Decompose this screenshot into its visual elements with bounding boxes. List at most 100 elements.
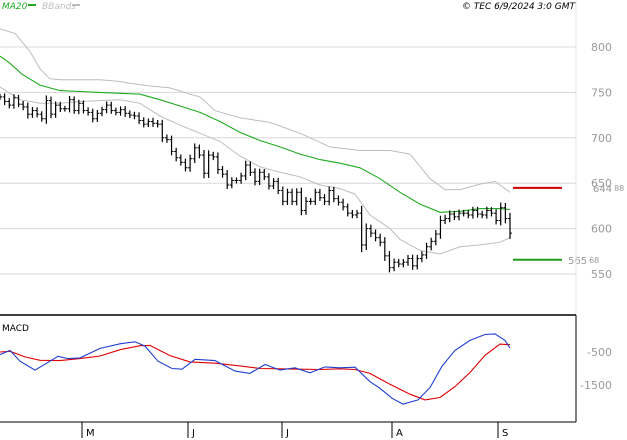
- price-bar: [67, 96, 72, 113]
- price-bar: [21, 100, 26, 111]
- price-bar: [39, 111, 44, 122]
- price-bar: [141, 117, 146, 128]
- price-bar: [72, 96, 77, 114]
- x-axis: MJJAS: [0, 315, 577, 439]
- price-bar: [0, 94, 2, 100]
- price-bar: [382, 237, 387, 261]
- price-bar: [118, 106, 123, 116]
- macd-panel: MACD -500 -1500: [0, 324, 612, 405]
- x-axis-tick-label: J: [285, 428, 289, 439]
- price-bar: [494, 209, 499, 225]
- price-bar: [498, 202, 503, 226]
- price-bar: [396, 258, 401, 268]
- price-bar: [350, 209, 355, 219]
- price-bar: [345, 203, 350, 217]
- price-bar: [280, 186, 285, 206]
- price-bar: [211, 151, 216, 161]
- price-bar: [234, 177, 239, 184]
- price-bar: [239, 172, 244, 184]
- price-bar: [410, 254, 415, 270]
- price-bar: [304, 197, 308, 215]
- legend-bbands: BBands: [42, 2, 76, 12]
- price-bar: [331, 186, 336, 203]
- price-bar: [387, 251, 392, 273]
- price-bar: [429, 237, 434, 251]
- price-bar: [276, 177, 281, 195]
- price-bar: [16, 94, 21, 108]
- price-bar: [503, 202, 508, 224]
- price-bar: [243, 160, 248, 181]
- price-bar: [183, 158, 188, 172]
- price-tick-label: 700: [591, 132, 612, 145]
- legend: MA20 BBands: [2, 2, 80, 12]
- price-bar: [188, 154, 193, 172]
- price-bar: [433, 230, 438, 246]
- price-bar: [104, 101, 109, 114]
- price-bar: [368, 224, 373, 238]
- price-bar: [438, 215, 443, 239]
- price-bar: [127, 110, 132, 119]
- price-bar: [466, 209, 471, 219]
- price-bar: [44, 95, 49, 124]
- price-bar: [294, 188, 299, 206]
- price-bar: [2, 93, 7, 106]
- price-bar: [197, 144, 202, 159]
- price-bar: [508, 212, 512, 239]
- price-bar: [25, 102, 30, 119]
- price-tick-label: 550: [591, 268, 612, 281]
- x-axis-tick-label: J: [191, 428, 195, 439]
- price-bar: [113, 107, 118, 116]
- price-bar: [419, 251, 424, 263]
- price-bar: [160, 119, 165, 143]
- price-gridlines: [0, 46, 576, 275]
- price-bar: [123, 106, 128, 117]
- price-bar: [257, 168, 262, 186]
- price-bar: [262, 169, 267, 181]
- price-bar: [285, 188, 290, 205]
- price-bar: [7, 98, 12, 109]
- price-bar: [266, 173, 271, 190]
- macd-signal-line: [0, 343, 511, 401]
- price-bar: [86, 107, 91, 116]
- price-bar: [480, 210, 485, 219]
- price-panel: 800750700650600550 644 88 565 68: [0, 0, 624, 314]
- price-bar: [155, 120, 160, 128]
- price-bar: [317, 189, 322, 201]
- price-bar: [443, 214, 448, 225]
- x-axis-ticks: MJJAS: [81, 422, 508, 439]
- price-bar: [202, 149, 206, 179]
- price-bar: [355, 209, 359, 219]
- price-bar: [100, 106, 104, 117]
- price-bar: [299, 187, 304, 216]
- price-bar: [364, 223, 369, 251]
- price-bar: [178, 154, 183, 166]
- legend-ma20: MA20: [2, 2, 28, 12]
- price-bar: [62, 105, 67, 112]
- price-tick-label: 800: [591, 41, 612, 54]
- price-bar: [146, 118, 151, 128]
- price-bar: [378, 233, 383, 247]
- price-bar: [132, 111, 137, 120]
- price-bar: [49, 96, 53, 119]
- price-bar: [215, 152, 220, 174]
- price-bar: [406, 254, 410, 266]
- price-bar: [415, 254, 420, 270]
- price-bar: [90, 108, 95, 123]
- price-bar: [470, 206, 475, 219]
- x-axis-tick-label: S: [502, 428, 508, 439]
- price-axis-ticks: 800750700650600550: [591, 41, 612, 281]
- price-bar: [164, 134, 169, 143]
- macd-line: [0, 333, 511, 405]
- price-bar: [313, 188, 318, 205]
- price-bar: [341, 198, 346, 211]
- x-axis-tick-label: M: [86, 428, 95, 439]
- price-bar: [225, 170, 230, 190]
- price-bar: [220, 165, 225, 178]
- price-bar: [81, 100, 86, 114]
- price-bar: [95, 110, 100, 123]
- price-bar: [192, 143, 197, 164]
- copyright-text: © TEC 6/9/2024 3:0 GMT: [462, 2, 577, 12]
- price-bar: [392, 258, 397, 272]
- price-bar: [206, 150, 211, 178]
- price-bar: [53, 101, 58, 118]
